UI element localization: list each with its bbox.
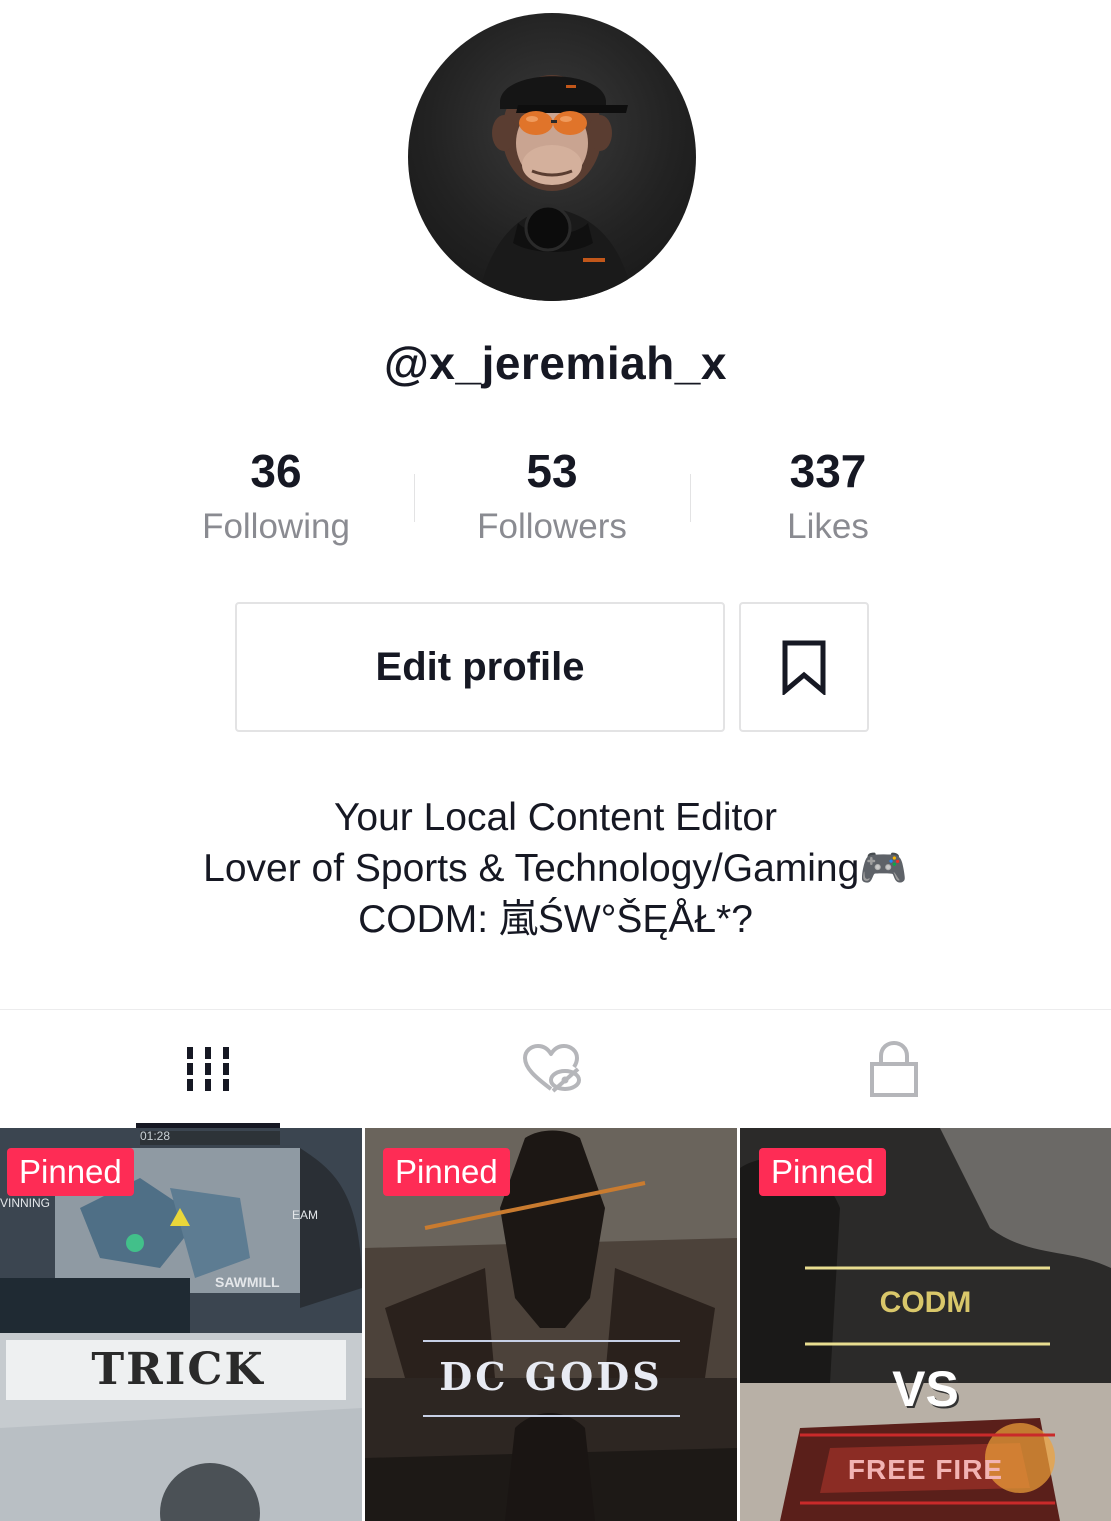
tab-private[interactable]	[822, 1010, 966, 1128]
following-label: Following	[202, 507, 350, 546]
hud-status: VINNING	[0, 1196, 51, 1210]
content-tabs	[0, 1010, 1111, 1128]
bio-line: Lover of Sports & Technology/Gaming🎮	[203, 847, 908, 890]
hud-timer: 01:28	[140, 1129, 171, 1143]
stat-likes[interactable]: 337 Likes	[690, 440, 966, 560]
bio-line: Your Local Content Editor	[333, 796, 777, 839]
hud-location: SAWMILL	[215, 1274, 280, 1290]
pinned-badge: Pinned	[759, 1148, 886, 1196]
video-grid: 01:28 VINNING EAM SAWMILL TRICK Pinned D…	[0, 1128, 1111, 1521]
bio-line: CODM: 嵐ŚW°ŠĘÅŁ*?	[358, 898, 753, 941]
edit-profile-button[interactable]: Edit profile	[235, 602, 725, 732]
hud-team: EAM	[292, 1208, 319, 1222]
favorites-button[interactable]	[739, 602, 869, 732]
bookmark-icon	[782, 640, 826, 695]
pinned-badge: Pinned	[383, 1148, 510, 1196]
following-count: 36	[250, 445, 302, 497]
followers-label: Followers	[477, 507, 627, 546]
liked-hidden-icon	[523, 1044, 581, 1093]
video-caption-top: CODM	[879, 1286, 972, 1319]
video-caption: TRICK	[91, 1344, 265, 1395]
profile-stats: 36 Following 53 Followers 337 Likes	[138, 440, 966, 560]
likes-label: Likes	[787, 507, 869, 546]
video-thumbnail[interactable]: CODM VS FREE FIRE Pinned	[740, 1128, 1111, 1521]
stat-followers[interactable]: 53 Followers	[414, 440, 690, 560]
lock-icon	[870, 1040, 918, 1097]
tab-videos[interactable]	[136, 1010, 280, 1128]
video-caption-bottom: FREE FIRE	[847, 1454, 1004, 1485]
ape-avatar-image	[478, 75, 633, 301]
profile-avatar[interactable]	[408, 13, 696, 301]
username: @x_jeremiah_x	[384, 337, 727, 389]
profile-bio: Your Local Content Editor Lover of Sport…	[0, 792, 1111, 945]
pinned-badge: Pinned	[7, 1148, 134, 1196]
stat-following[interactable]: 36 Following	[138, 440, 414, 560]
likes-count: 337	[789, 445, 867, 497]
tab-liked[interactable]	[480, 1010, 624, 1128]
video-thumbnail[interactable]: 01:28 VINNING EAM SAWMILL TRICK Pinned	[0, 1128, 362, 1521]
followers-count: 53	[526, 445, 578, 497]
video-caption-mid: VS	[892, 1361, 959, 1417]
video-thumbnail[interactable]: DC GODS Pinned	[365, 1128, 737, 1521]
videos-grid-icon	[187, 1047, 229, 1091]
video-caption: DC GODS	[439, 1354, 663, 1399]
